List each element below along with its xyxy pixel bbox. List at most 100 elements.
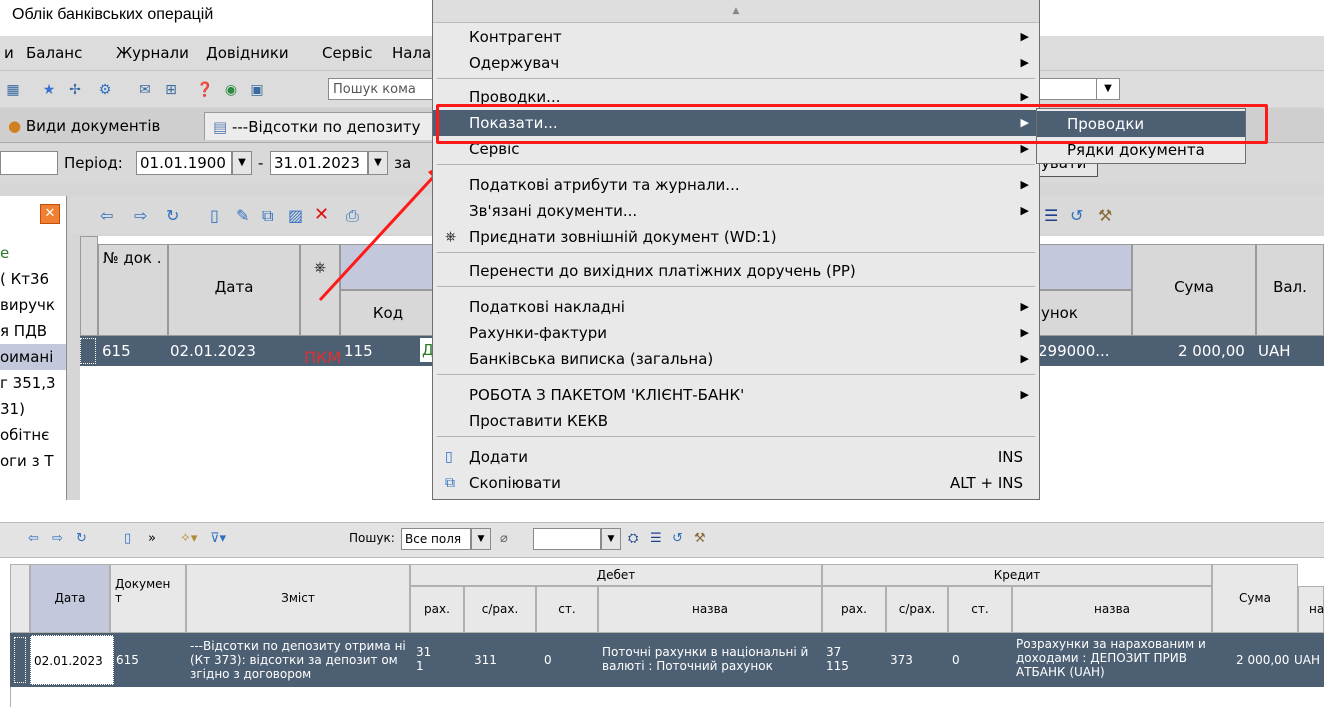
globe-icon[interactable]: ◉ <box>222 81 240 99</box>
tag-icon[interactable]: ✧▾ <box>180 531 197 546</box>
column-document[interactable]: Докумен т <box>110 564 186 633</box>
menu-balance[interactable]: Баланс <box>26 44 82 62</box>
tools-icon[interactable]: ⚒ <box>1098 206 1112 225</box>
tree-item[interactable]: е <box>0 240 66 266</box>
more-icon[interactable]: » <box>148 531 156 546</box>
undo-icon[interactable]: ↺ <box>672 531 683 546</box>
period-from-input[interactable]: 01.01.1900 <box>136 151 232 175</box>
table-row-selected[interactable]: 02.01.2023 615 ---Відсотки по депозиту о… <box>10 633 1324 687</box>
menu-settings[interactable]: Нала <box>392 44 431 62</box>
row-selector[interactable] <box>80 338 96 364</box>
tree-item[interactable]: обітнє <box>0 422 66 448</box>
menu-item-partial[interactable]: и <box>4 44 14 62</box>
help-icon[interactable]: ❓ <box>196 81 214 99</box>
arrow-right-icon[interactable]: ⇨ <box>52 531 63 546</box>
column-date[interactable]: Дата <box>168 244 300 336</box>
tree-item[interactable]: г 351,3 <box>0 370 66 396</box>
column-debit-subacc[interactable]: с/рах. <box>464 586 536 633</box>
undo-icon[interactable]: ↺ <box>1070 206 1083 225</box>
tab-document-types[interactable]: ● Види документів <box>0 112 168 140</box>
copy-document-icon[interactable]: ⧉ <box>262 206 273 226</box>
tree-item[interactable]: 31) <box>0 396 66 422</box>
list-icon[interactable]: ☰ <box>1044 206 1058 225</box>
column-content[interactable]: Зміст <box>186 564 410 633</box>
tree-item[interactable]: я ПДВ <box>0 318 66 344</box>
column-sum[interactable]: Сума <box>1212 564 1298 633</box>
column-credit-art[interactable]: ст. <box>948 586 1012 633</box>
refresh-icon[interactable]: ↻ <box>76 531 87 546</box>
column-credit-subacc[interactable]: с/рах. <box>886 586 948 633</box>
column-debit-acc[interactable]: рах. <box>410 586 464 633</box>
command-search-input[interactable]: Пошук кома <box>328 78 438 100</box>
row-selector[interactable] <box>14 637 26 683</box>
star-icon[interactable]: ★ <box>40 81 58 99</box>
refresh-icon[interactable]: ↻ <box>166 206 179 225</box>
menu-item-tax-attributes[interactable]: Податкові атрибути та журнали... ▶ <box>433 172 1039 198</box>
monitor-icon[interactable]: ▣ <box>248 81 266 99</box>
chevron-down-icon[interactable]: ▼ <box>1096 79 1119 99</box>
row-date: 02.01.2023 <box>170 342 256 360</box>
tools-icon[interactable]: ⚒ <box>694 531 706 546</box>
chevron-down-icon[interactable]: ▼ <box>601 528 621 550</box>
menu-scroll-up-icon[interactable]: ▲ <box>433 0 1039 23</box>
menu-separator <box>437 164 1035 165</box>
tab-deposit-interest[interactable]: ▤ ---Відсотки по депозиту <box>204 112 436 140</box>
arrow-right-icon[interactable]: ⇨ <box>134 206 147 225</box>
menu-item-client-bank[interactable]: РОБОТА З ПАКЕТОМ 'КЛІЄНТ-БАНК' ▶ <box>433 382 1039 408</box>
column-credit-acc[interactable]: рах. <box>822 586 886 633</box>
gear-icon[interactable]: ⚙ <box>96 81 114 99</box>
grid-icon[interactable]: ▦ <box>4 81 22 99</box>
close-icon[interactable]: ✕ <box>40 204 60 224</box>
menu-item-move-to-payments[interactable]: Перенести до вихідних платіжних доручень… <box>433 258 1039 284</box>
column-date[interactable]: Дата <box>30 564 110 633</box>
column-debit-art[interactable]: ст. <box>536 586 598 633</box>
menu-item-counterparty[interactable]: Контрагент ▶ <box>433 24 1039 50</box>
column-partial[interactable]: на <box>1298 586 1324 633</box>
submenu-arrow-icon: ▶ <box>1020 178 1029 191</box>
period-from-dropdown[interactable]: ▼ <box>232 151 252 175</box>
filter-icon[interactable]: ⊽▾ <box>210 531 226 546</box>
row-debit-art: 0 <box>544 653 552 667</box>
list-icon[interactable]: ☰ <box>650 531 662 546</box>
menu-item-set-kekv[interactable]: Проставити КЕКВ <box>433 408 1039 434</box>
tree-item-selected[interactable]: оимані <box>0 344 66 370</box>
search-field-select[interactable]: Все поля <box>401 528 471 550</box>
submenu-arrow-icon: ▶ <box>1020 352 1029 365</box>
menu-item-recipient[interactable]: Одержувач ▶ <box>433 50 1039 76</box>
chevron-down-icon[interactable]: ▼ <box>471 528 491 550</box>
tree-item[interactable]: ( Кт36 <box>0 266 66 292</box>
binoculars-icon[interactable]: ⛭ <box>628 531 638 546</box>
new-document-icon[interactable]: ▯ <box>210 206 219 225</box>
menu-item-bank-statement[interactable]: Банківська виписка (загальна) ▶ <box>433 346 1039 372</box>
column-account[interactable]: унок <box>1036 290 1132 336</box>
row-date[interactable]: 02.01.2023 <box>30 635 114 685</box>
edit-document-icon[interactable]: ✎ <box>236 206 249 225</box>
search-input[interactable] <box>533 528 601 550</box>
menu-item-attach-external[interactable]: ⎈ Приєднати зовнішній документ (WD:1) <box>433 224 1039 250</box>
arrow-left-icon[interactable]: ⇦ <box>100 206 113 225</box>
menu-directories[interactable]: Довідники <box>206 44 289 62</box>
menu-item-add[interactable]: ▯ Додати INS <box>433 444 1039 470</box>
pin-icon[interactable]: ✢ <box>66 81 84 99</box>
row-credit-name: Розрахунки за нарахованим и доходами : Д… <box>1016 637 1206 679</box>
binoculars-icon[interactable]: ⊞ <box>162 81 180 99</box>
arrow-left-icon[interactable]: ⇦ <box>28 531 39 546</box>
menu-item-invoices[interactable]: Рахунки-фактури ▶ <box>433 320 1039 346</box>
tree-item[interactable]: оги з Т <box>0 448 66 474</box>
toolbar-combo[interactable]: ▼ <box>1030 78 1120 100</box>
column-debit-name[interactable]: назва <box>598 586 822 633</box>
menu-item-copy[interactable]: ⧉ Скопіювати ALT + INS <box>433 470 1039 496</box>
menu-service[interactable]: Сервіс <box>322 44 372 62</box>
menu-journals[interactable]: Журнали <box>116 44 189 62</box>
column-sum[interactable]: Сума <box>1132 244 1256 336</box>
eraser-icon[interactable]: ⌀ <box>500 531 508 546</box>
mail-icon[interactable]: ✉ <box>136 81 154 99</box>
menu-item-tax-invoices[interactable]: Податкові накладні ▶ <box>433 294 1039 320</box>
filter-input-left[interactable] <box>0 151 58 175</box>
tree-item[interactable]: виручк <box>0 292 66 318</box>
column-currency[interactable]: Вал. <box>1256 244 1324 336</box>
column-doc-no[interactable]: № док . <box>98 244 168 336</box>
column-credit-name[interactable]: назва <box>1012 586 1212 633</box>
new-document-icon[interactable]: ▯ <box>124 531 131 546</box>
menu-item-linked-documents[interactable]: Зв'язані документи... ▶ <box>433 198 1039 224</box>
